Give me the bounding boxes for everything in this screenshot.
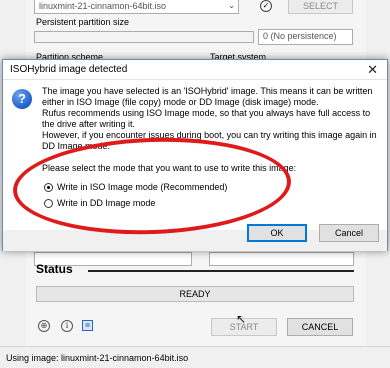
chevron-down-icon: ⌄ <box>228 1 235 10</box>
ok-button[interactable]: OK <box>247 224 307 242</box>
select-button-label: SELECT <box>302 1 338 11</box>
boot-selection-combo[interactable]: linuxmint-21-cinnamon-64bit.iso ⌄ <box>34 0 239 14</box>
progress-text: READY <box>179 289 211 299</box>
status-heading: Status <box>36 262 73 276</box>
radio-iso-mode[interactable]: Write in ISO Image mode (Recommended) <box>44 182 227 192</box>
dialog-cancel-button[interactable]: Cancel <box>319 224 379 242</box>
radio-selected-icon[interactable] <box>44 182 53 192</box>
message-paragraph: However, if you encounter issues during … <box>42 130 377 151</box>
ok-button-label: OK <box>270 228 284 238</box>
radio-iso-label[interactable]: Write in ISO Image mode (Recommended) <box>57 182 227 192</box>
radio-dd-label[interactable]: Write in DD Image mode <box>57 198 155 208</box>
globe-icon[interactable]: ⊕ <box>38 320 50 332</box>
isohybrid-dialog: ISOHybrid image detected ✕ ? The image y… <box>2 59 388 251</box>
dialog-title: ISOHybrid image detected <box>10 64 128 75</box>
status-divider <box>88 270 354 272</box>
dialog-body: ? The image you have selected is an 'ISO… <box>3 80 387 230</box>
progress-bar: READY <box>36 286 354 302</box>
check-icon[interactable]: ✓ <box>260 0 272 12</box>
cancel-button[interactable]: CANCEL <box>287 318 353 336</box>
close-icon[interactable]: ✕ <box>367 62 378 78</box>
settings-icon[interactable]: ≣ <box>82 320 93 331</box>
dialog-title-bar: ISOHybrid image detected ✕ <box>3 60 387 80</box>
cluster-size-combo[interactable] <box>209 252 354 266</box>
persistence-slider-track[interactable] <box>34 31 254 43</box>
message-paragraph: The image you have selected is an 'ISOHy… <box>42 86 373 107</box>
message-paragraph: Rufus recommends using ISO Image mode, s… <box>42 108 371 129</box>
dialog-message: The image you have selected is an 'ISOHy… <box>42 86 384 152</box>
persistence-size-value: 0 (No persistence) <box>263 31 337 41</box>
question-icon: ? <box>12 89 32 109</box>
mouse-cursor-icon: ↖ <box>236 312 247 326</box>
boot-selection-value: linuxmint-21-cinnamon-64bit.iso <box>39 1 167 11</box>
info-icon[interactable]: i <box>61 320 73 332</box>
radio-unselected-icon[interactable] <box>44 198 53 208</box>
persistence-size-field[interactable]: 0 (No persistence) <box>258 29 353 45</box>
cancel-button-label: CANCEL <box>301 322 339 332</box>
mode-prompt: Please select the mode that you want to … <box>42 163 297 173</box>
radio-dd-mode[interactable]: Write in DD Image mode <box>44 198 155 208</box>
select-button[interactable]: SELECT <box>288 0 353 14</box>
dialog-cancel-button-label: Cancel <box>334 228 363 238</box>
status-bar: Using image: linuxmint-21-cinnamon-64bit… <box>0 346 390 368</box>
status-bar-text: Using image: linuxmint-21-cinnamon-64bit… <box>6 353 189 363</box>
persistent-partition-label: Persistent partition size <box>36 17 130 27</box>
